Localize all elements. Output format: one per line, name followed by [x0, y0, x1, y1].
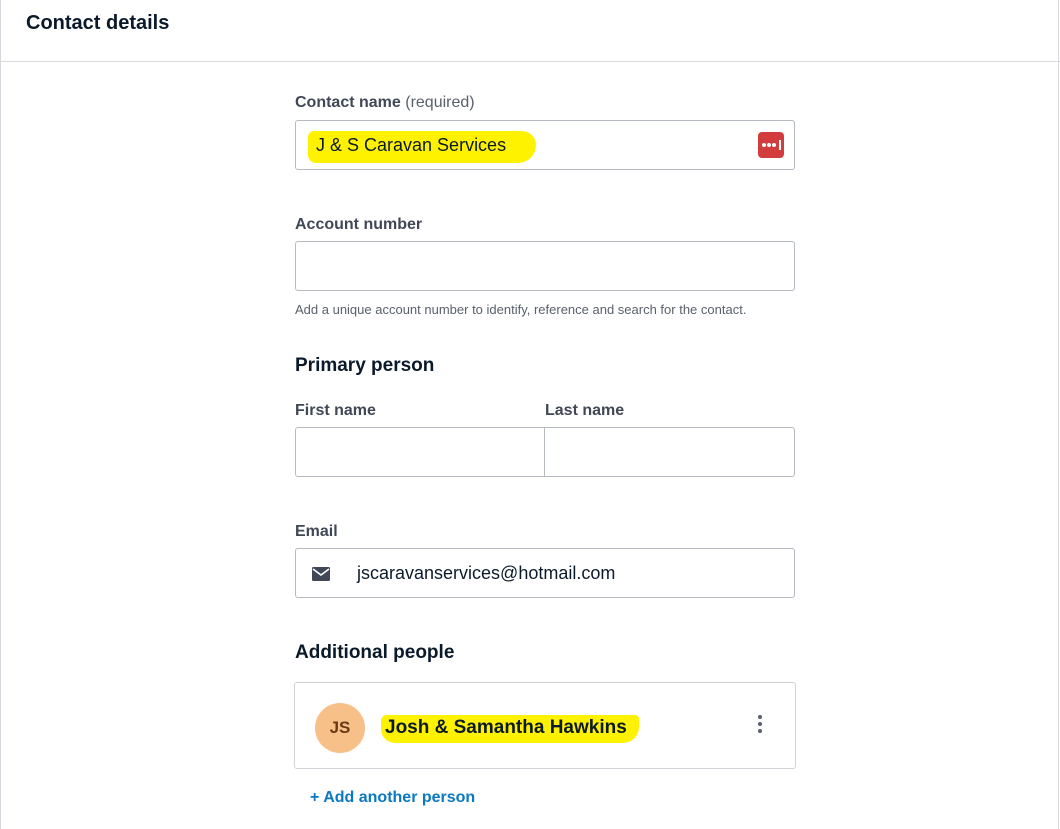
additional-people-title: Additional people	[295, 642, 455, 663]
contact-name-label: Contact name (required)	[295, 94, 475, 112]
first-name-input[interactable]	[295, 427, 546, 477]
primary-person-title: Primary person	[295, 355, 435, 376]
account-number-input[interactable]	[295, 241, 795, 291]
account-number-hint: Add a unique account number to identify,…	[295, 302, 747, 317]
last-name-input[interactable]	[544, 427, 795, 477]
avatar: JS	[315, 703, 365, 753]
envelope-icon	[312, 567, 330, 581]
email-input[interactable]: jscaravanservices@hotmail.com	[295, 548, 795, 598]
first-name-label: First name	[295, 402, 376, 419]
person-name: Josh & Samantha Hawkins	[385, 717, 627, 738]
email-label: Email	[295, 523, 338, 540]
contact-name-label-text: Contact name	[295, 94, 401, 111]
panel-header: Contact details	[0, 0, 1060, 62]
contact-name-value: J & S Caravan Services	[316, 135, 507, 155]
account-number-label: Account number	[295, 216, 423, 233]
email-value: jscaravanservices@hotmail.com	[357, 563, 616, 583]
more-options-icon[interactable]	[750, 713, 770, 735]
last-name-label: Last name	[545, 402, 625, 419]
contact-name-input[interactable]: J & S Caravan Services	[295, 120, 795, 170]
add-another-person-link[interactable]: + Add another person	[310, 789, 475, 807]
page-title: Contact details	[26, 12, 170, 34]
password-manager-icon[interactable]	[758, 132, 784, 158]
person-card[interactable]: JS Josh & Samantha Hawkins	[294, 682, 796, 769]
required-note: (required)	[405, 94, 475, 111]
